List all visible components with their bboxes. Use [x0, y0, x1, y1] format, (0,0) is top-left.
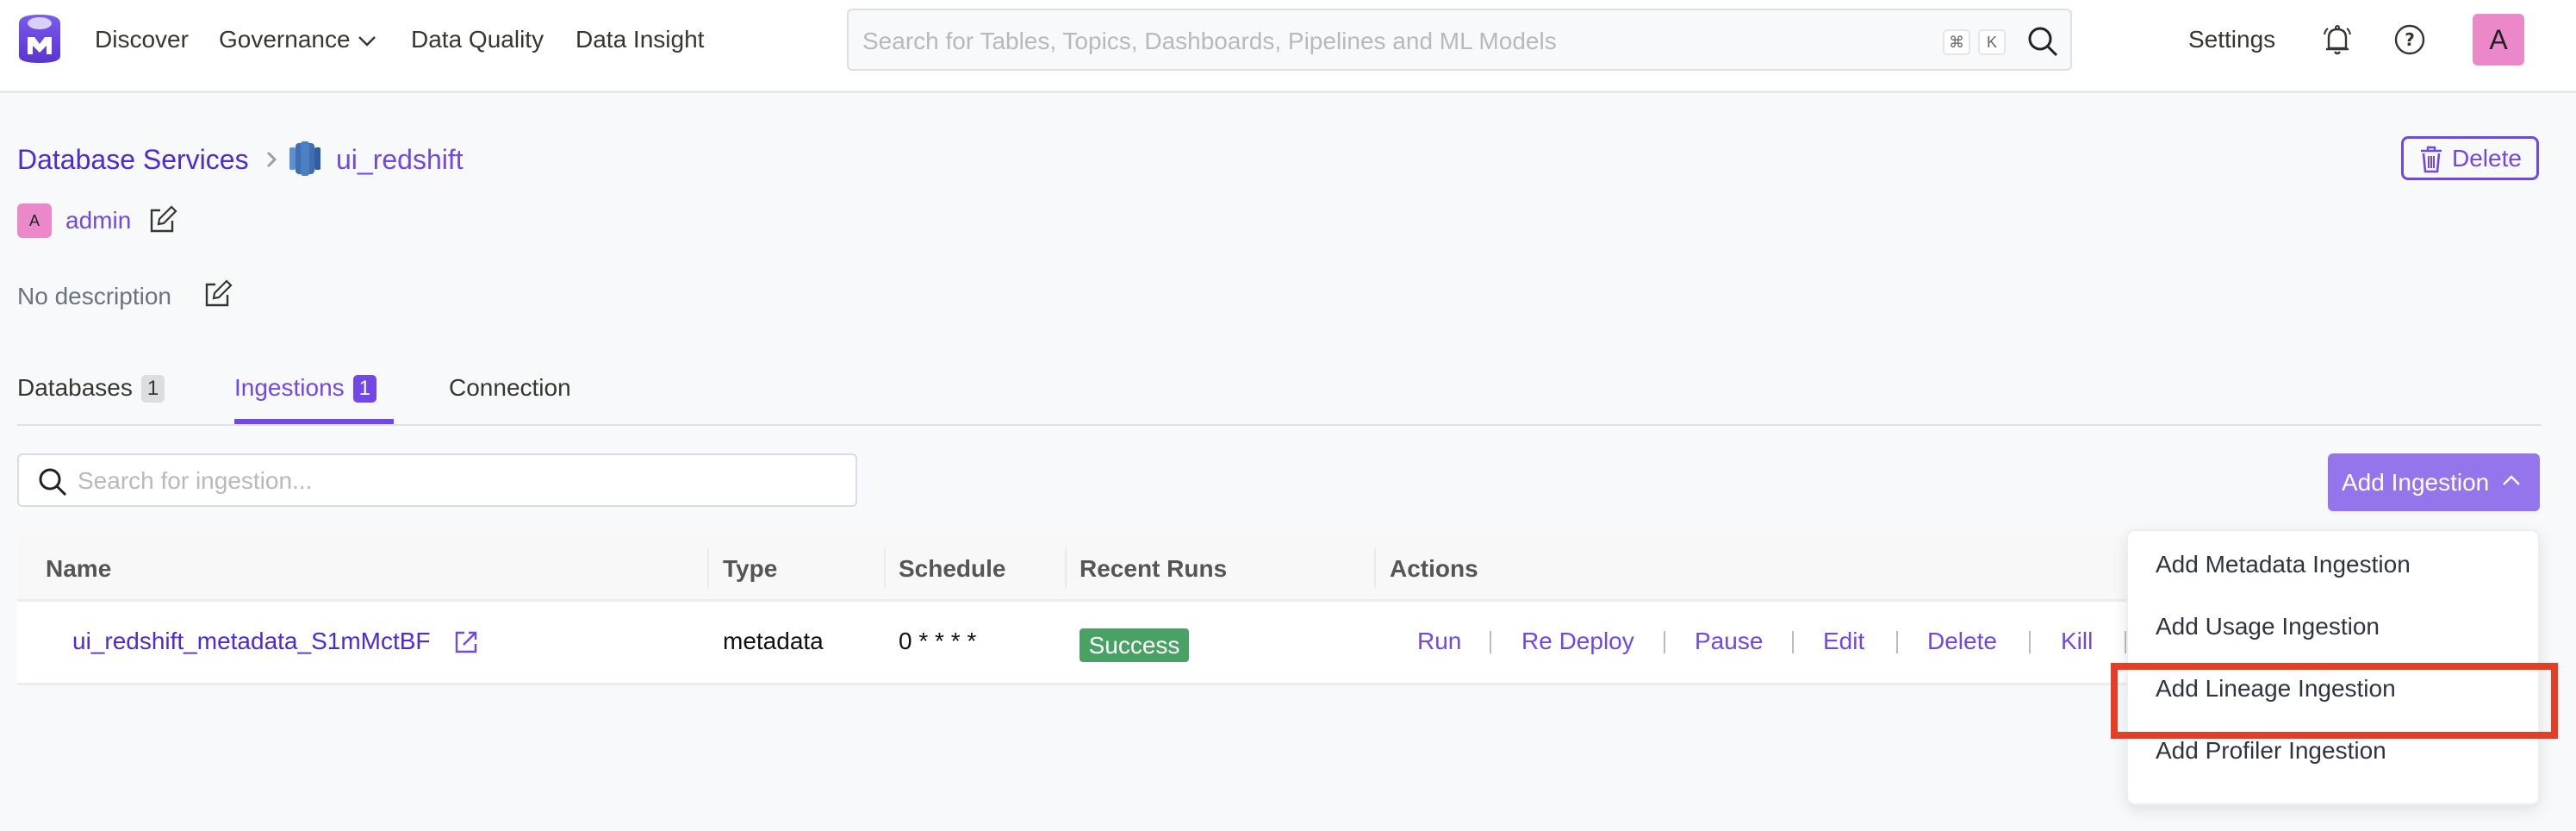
openmetadata-logo-icon[interactable] [17, 13, 62, 65]
column-divider [1065, 548, 1067, 588]
tab-connection-label: Connection [449, 374, 571, 401]
column-divider [884, 548, 886, 588]
breadcrumb-current-service[interactable]: ui_redshift [336, 143, 464, 176]
nav-discover[interactable]: Discover [95, 24, 189, 55]
bell-icon[interactable] [2320, 22, 2355, 57]
tabs-divider [17, 424, 2542, 426]
user-avatar[interactable]: A [2473, 14, 2524, 66]
tab-connection[interactable]: Connection [449, 372, 571, 403]
action-separator [1792, 631, 1794, 653]
chevron-down-icon [358, 35, 376, 47]
tab-ingestions-count: 1 [352, 375, 376, 403]
tab-databases[interactable]: Databases 1 [17, 372, 165, 403]
column-divider [1374, 548, 1376, 588]
edit-description-icon[interactable] [203, 279, 233, 309]
owner-name-link[interactable]: admin [65, 205, 131, 236]
settings-link[interactable]: Settings [2188, 24, 2275, 55]
menu-item-add-profiler-ingestion[interactable]: Add Profiler Ingestion [2156, 735, 2386, 766]
action-separator [1896, 631, 1898, 653]
help-icon[interactable]: ? [2392, 22, 2427, 57]
action-separator [1490, 631, 1491, 653]
nav-data-quality[interactable]: Data Quality [411, 24, 544, 55]
column-header-type: Type [723, 555, 778, 582]
action-separator [1664, 631, 1665, 653]
owner-avatar: A [17, 203, 52, 238]
external-link-icon[interactable] [453, 629, 479, 655]
column-header-name: Name [46, 555, 112, 582]
delete-service-button[interactable]: Delete [2401, 136, 2539, 180]
add-ingestion-dropdown-menu: Add Metadata Ingestion Add Usage Ingesti… [2126, 529, 2540, 805]
column-header-recent-runs: Recent Runs [1080, 555, 1228, 582]
trash-icon [2421, 146, 2442, 173]
delete-button-label: Delete [2452, 145, 2522, 172]
active-tab-indicator [234, 419, 394, 424]
ingestion-search-input[interactable]: Search for ingestion... [17, 453, 857, 507]
breadcrumb-separator-icon [266, 151, 277, 168]
menu-item-add-metadata-ingestion[interactable]: Add Metadata Ingestion [2156, 549, 2411, 580]
global-search-placeholder: Search for Tables, Topics, Dashboards, P… [862, 28, 1557, 54]
action-separator [2029, 631, 2031, 653]
description-text: No description [17, 283, 171, 309]
search-icon[interactable] [2025, 24, 2060, 59]
k-key-hint: K [1978, 29, 2006, 55]
edit-owner-icon[interactable] [148, 205, 177, 234]
column-header-schedule: Schedule [899, 555, 1006, 582]
svg-text:?: ? [2405, 29, 2415, 50]
ingestion-type: metadata [723, 628, 824, 654]
nav-data-quality-label: Data Quality [411, 26, 544, 53]
nav-governance[interactable]: Governance [219, 24, 376, 55]
tab-ingestions-label: Ingestions [234, 374, 345, 401]
column-divider [707, 548, 709, 588]
action-delete[interactable]: Delete [1927, 626, 1997, 657]
chevron-up-icon [2503, 475, 2520, 485]
add-ingestion-button[interactable]: Add Ingestion [2328, 453, 2540, 511]
redshift-icon [289, 141, 320, 176]
top-navbar: Discover Governance Data Quality Data In… [0, 0, 2576, 93]
action-run[interactable]: Run [1417, 626, 1461, 657]
action-pause[interactable]: Pause [1695, 626, 1763, 657]
action-kill[interactable]: Kill [2061, 626, 2093, 657]
menu-item-add-usage-ingestion[interactable]: Add Usage Ingestion [2156, 611, 2380, 642]
search-icon [39, 468, 67, 497]
column-header-actions: Actions [1390, 555, 1478, 582]
tab-databases-count: 1 [140, 375, 165, 403]
ingestion-search-placeholder: Search for ingestion... [78, 467, 313, 494]
action-edit[interactable]: Edit [1823, 626, 1864, 657]
tab-databases-label: Databases [17, 374, 133, 401]
ingestion-schedule: 0 * * * * [899, 628, 977, 654]
nav-discover-label: Discover [95, 26, 189, 53]
nav-data-insight-label: Data Insight [576, 26, 705, 53]
cmd-key-hint: ⌘ [1943, 29, 1970, 55]
nav-data-insight[interactable]: Data Insight [576, 24, 704, 55]
global-search-input[interactable]: Search for Tables, Topics, Dashboards, P… [847, 9, 2072, 71]
action-redeploy[interactable]: Re Deploy [1521, 626, 1634, 657]
ingestion-name-link[interactable]: ui_redshift_metadata_S1mMctBF [72, 626, 431, 657]
recent-run-status-badge[interactable]: Success [1080, 628, 1189, 662]
nav-governance-label: Governance [219, 26, 351, 53]
breadcrumb-database-services[interactable]: Database Services [17, 143, 249, 176]
tab-ingestions[interactable]: Ingestions 1 [234, 372, 376, 403]
add-ingestion-label: Add Ingestion [2342, 469, 2490, 496]
menu-item-add-lineage-ingestion[interactable]: Add Lineage Ingestion [2156, 673, 2396, 704]
